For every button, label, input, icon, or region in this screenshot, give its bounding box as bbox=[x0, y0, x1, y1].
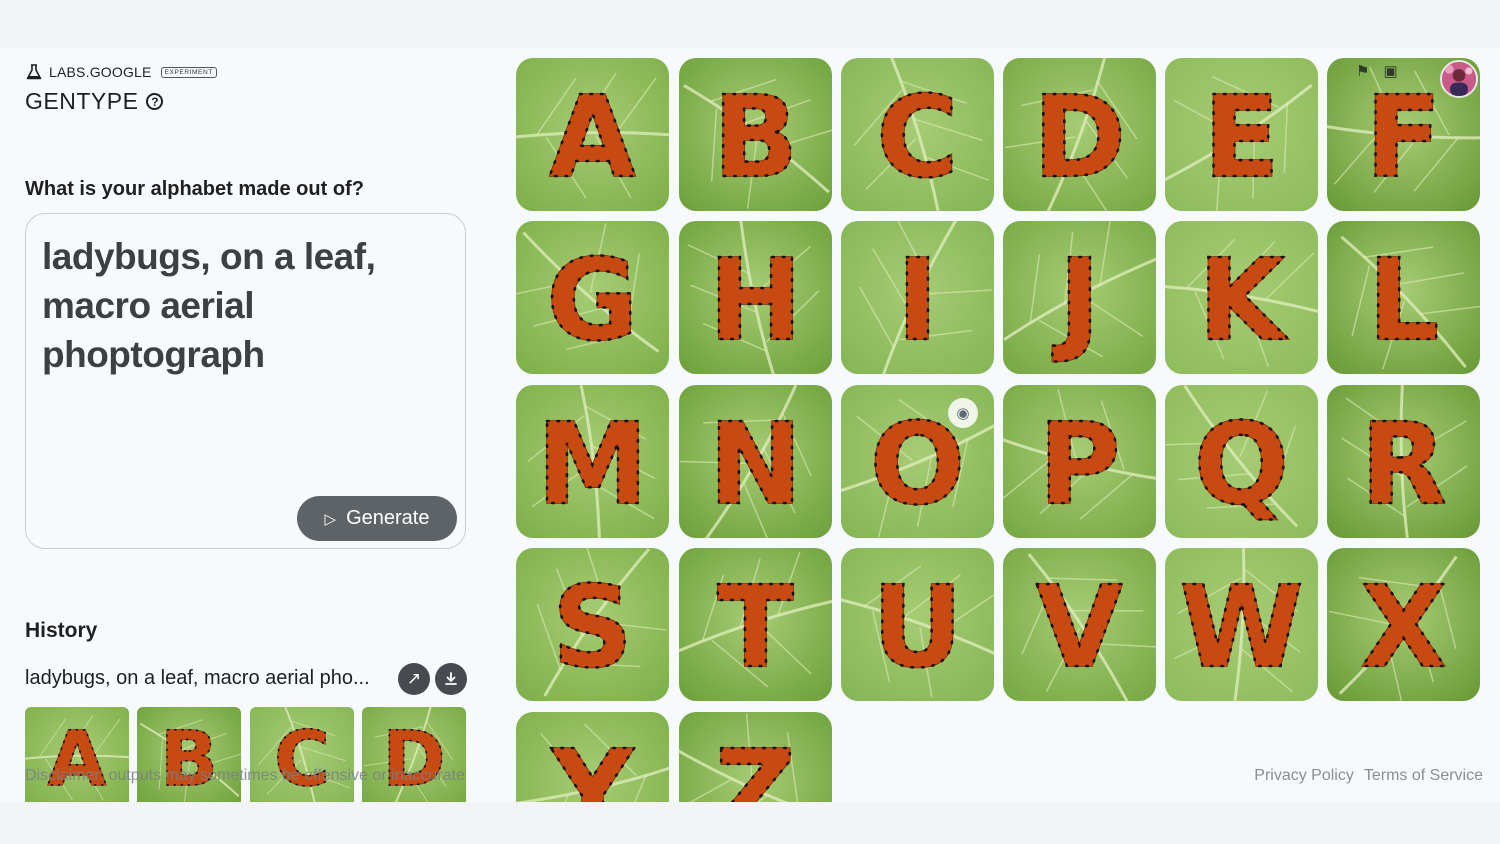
svg-text:C: C bbox=[876, 73, 958, 203]
svg-text:S: S bbox=[552, 563, 633, 693]
svg-text:M: M bbox=[537, 400, 648, 530]
svg-text:Y: Y bbox=[550, 727, 635, 802]
letter-tile-m[interactable]: M M bbox=[516, 385, 669, 538]
svg-text:A: A bbox=[549, 73, 636, 203]
svg-text:B: B bbox=[160, 714, 218, 802]
disclaimer: Disclaimer: outputs may sometimes be off… bbox=[25, 767, 465, 784]
user-avatar[interactable] bbox=[1440, 60, 1478, 98]
prompt-input[interactable]: ladybugs, on a leaf, macro aerial phopto… bbox=[25, 213, 466, 549]
letter-tile-v[interactable]: V V bbox=[1003, 548, 1156, 701]
experiment-badge: EXPERIMENT bbox=[160, 66, 217, 78]
svg-text:I: I bbox=[897, 236, 939, 366]
google-lens-icon[interactable]: ◉ bbox=[948, 398, 978, 428]
svg-text:R: R bbox=[1360, 400, 1446, 530]
feedback-flag-icon[interactable]: ⚑ bbox=[1356, 62, 1369, 80]
send-sparkle-icon: ▷ bbox=[324, 510, 337, 528]
download-icon[interactable] bbox=[435, 663, 467, 695]
app-canvas: LABS.GOOGLE EXPERIMENT GENTYPE ? What is… bbox=[0, 48, 1500, 802]
letter-tile-x[interactable]: X X bbox=[1327, 548, 1480, 701]
svg-text:L: L bbox=[1368, 236, 1439, 366]
svg-text:C: C bbox=[274, 714, 330, 802]
generate-button[interactable]: ▷ Generate bbox=[297, 496, 457, 541]
letter-tile-l[interactable]: L L bbox=[1327, 221, 1480, 374]
svg-text:A: A bbox=[48, 714, 107, 802]
svg-text:E: E bbox=[1203, 73, 1280, 203]
svg-text:U: U bbox=[872, 563, 963, 693]
svg-text:W: W bbox=[1180, 563, 1304, 693]
prompt-text[interactable]: ladybugs, on a leaf, macro aerial phopto… bbox=[42, 232, 442, 379]
letter-tile-u[interactable]: U U bbox=[841, 548, 994, 701]
letter-tile-j[interactable]: J J bbox=[1003, 221, 1156, 374]
svg-text:T: T bbox=[717, 563, 793, 693]
history-title: History bbox=[25, 619, 98, 642]
history-item-label[interactable]: ladybugs, on a leaf, macro aerial pho... bbox=[25, 667, 370, 690]
svg-text:Q: Q bbox=[1194, 400, 1289, 530]
letter-tile-t[interactable]: T T bbox=[679, 548, 832, 701]
letter-tile-p[interactable]: P P bbox=[1003, 385, 1156, 538]
history-thumbnail-c[interactable]: C C bbox=[250, 707, 354, 802]
letter-tile-i[interactable]: I I bbox=[841, 221, 994, 374]
letter-tile-a[interactable]: A A bbox=[516, 58, 669, 211]
history-thumbnail-d[interactable]: D D bbox=[362, 707, 466, 802]
prompt-question: What is your alphabet made out of? bbox=[25, 178, 364, 200]
help-icon[interactable]: ? bbox=[146, 93, 164, 110]
svg-text:X: X bbox=[1360, 563, 1446, 693]
letter-tile-r[interactable]: R R bbox=[1327, 385, 1480, 538]
svg-text:F: F bbox=[1365, 73, 1442, 203]
letter-tile-n[interactable]: N N bbox=[679, 385, 832, 538]
letter-tile-s[interactable]: S S bbox=[516, 548, 669, 701]
gallery-icon[interactable]: ▣ bbox=[1383, 62, 1397, 80]
generate-label: Generate bbox=[346, 507, 430, 529]
svg-text:H: H bbox=[709, 236, 803, 366]
letter-tile-z[interactable]: Z Z bbox=[679, 712, 832, 802]
brand-logo[interactable]: LABS.GOOGLE EXPERIMENT bbox=[25, 63, 217, 81]
history-thumbnail-a[interactable]: A A bbox=[25, 707, 129, 802]
svg-text:D: D bbox=[382, 714, 445, 802]
letter-tile-y[interactable]: Y Y bbox=[516, 712, 669, 802]
letter-tile-b[interactable]: B B bbox=[679, 58, 832, 211]
privacy-policy-link[interactable]: Privacy Policy bbox=[1254, 767, 1354, 785]
letter-tile-e[interactable]: E E bbox=[1165, 58, 1318, 211]
svg-text:P: P bbox=[1038, 400, 1120, 530]
letter-tile-w[interactable]: W W bbox=[1165, 548, 1318, 701]
letter-tile-h[interactable]: H H bbox=[679, 221, 832, 374]
open-arrow-icon[interactable]: ↗ bbox=[398, 663, 430, 695]
svg-text:V: V bbox=[1036, 563, 1123, 693]
letter-tile-c[interactable]: C C bbox=[841, 58, 994, 211]
letter-tile-q[interactable]: Q Q bbox=[1165, 385, 1318, 538]
flask-icon bbox=[25, 63, 43, 81]
app-title: GENTYPE bbox=[25, 88, 139, 114]
letter-tile-g[interactable]: G G bbox=[516, 221, 669, 374]
history-thumbnail-b[interactable]: B B bbox=[137, 707, 241, 802]
svg-text:N: N bbox=[709, 400, 803, 530]
brand-name: LABS.GOOGLE bbox=[49, 64, 152, 80]
svg-text:J: J bbox=[1052, 236, 1101, 366]
svg-text:K: K bbox=[1198, 236, 1289, 366]
svg-text:D: D bbox=[1033, 73, 1126, 203]
svg-text:G: G bbox=[547, 236, 639, 366]
terms-of-service-link[interactable]: Terms of Service bbox=[1364, 767, 1483, 785]
letter-tile-k[interactable]: K K bbox=[1165, 221, 1318, 374]
letter-tile-d[interactable]: D D bbox=[1003, 58, 1156, 211]
svg-text:B: B bbox=[713, 73, 798, 203]
svg-text:Z: Z bbox=[715, 727, 796, 802]
